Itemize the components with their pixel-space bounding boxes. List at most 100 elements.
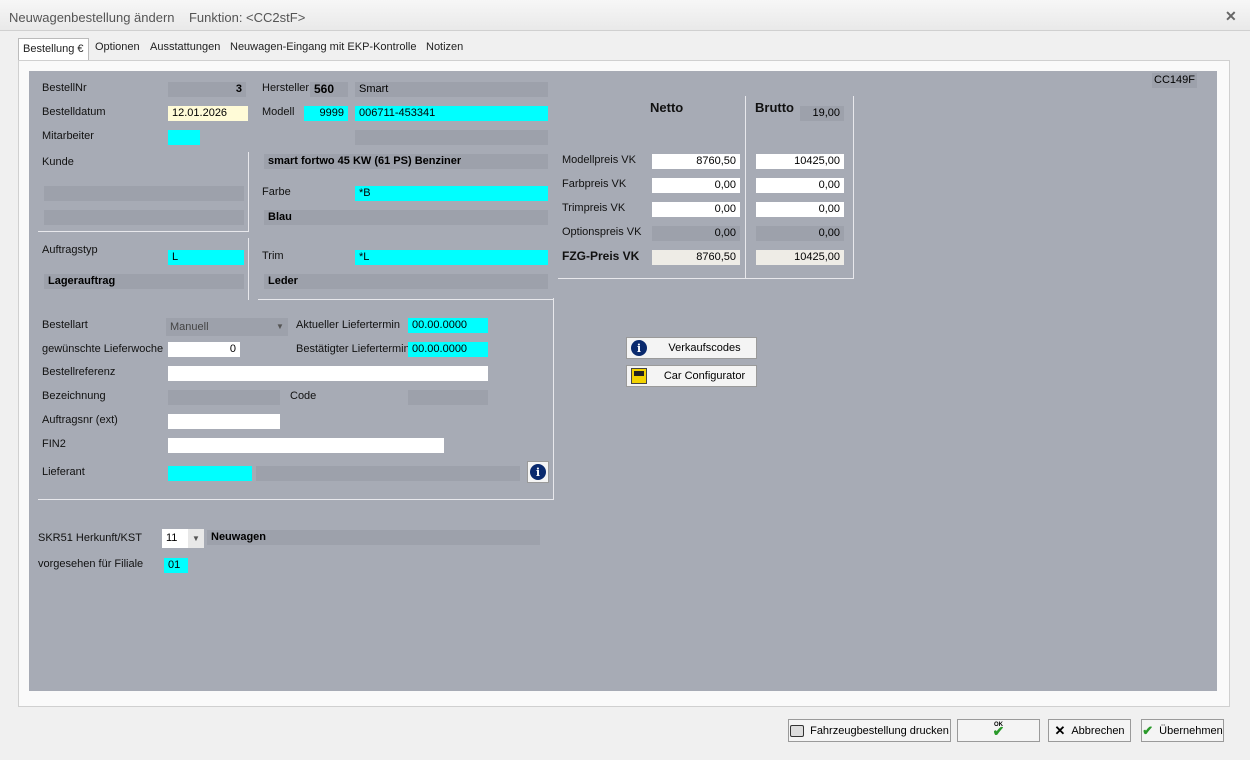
trimpreis-netto[interactable]: 0,00 bbox=[652, 202, 740, 217]
auftragstyp-text: Lagerauftrag bbox=[44, 274, 244, 289]
car-configurator-label: Car Configurator bbox=[663, 370, 746, 382]
modellpreis-brutto[interactable]: 10425,00 bbox=[756, 154, 844, 169]
fzg-preis-netto: 8760,50 bbox=[652, 250, 740, 265]
tab-optionen[interactable]: Optionen bbox=[95, 41, 140, 53]
best-liefertermin-label: Bestätigter Liefertermin bbox=[296, 343, 410, 355]
hersteller-name: Smart bbox=[355, 82, 548, 97]
fin2-input[interactable] bbox=[168, 438, 444, 453]
tab-notizen[interactable]: Notizen bbox=[426, 41, 463, 53]
code-field bbox=[408, 390, 488, 405]
kunde-line-2 bbox=[44, 210, 244, 225]
modellpreis-label: Modellpreis VK bbox=[562, 154, 636, 166]
bestellreferenz-label: Bestellreferenz bbox=[42, 366, 116, 378]
akt-liefertermin-input[interactable]: 00.00.0000 bbox=[408, 318, 488, 333]
lieferant-label: Lieferant bbox=[42, 466, 85, 478]
fzg-preis-label: FZG-Preis VK bbox=[562, 249, 640, 263]
separator bbox=[853, 96, 854, 279]
verkaufscodes-button[interactable]: i Verkaufscodes bbox=[626, 337, 757, 359]
bezeichnung-label: Bezeichnung bbox=[42, 390, 106, 402]
separator bbox=[258, 299, 554, 300]
trim-input[interactable]: *L bbox=[355, 250, 548, 265]
mitarbeiter-label: Mitarbeiter bbox=[42, 130, 94, 142]
herkunft-label: SKR51 Herkunft/KST bbox=[38, 532, 142, 544]
modell-nr-input[interactable]: 006711-453341 bbox=[355, 106, 548, 121]
car-configurator-icon bbox=[631, 368, 647, 384]
bestellart-label: Bestellart bbox=[42, 319, 88, 331]
bestellart-select: Manuell ▼ bbox=[166, 318, 288, 336]
separator bbox=[745, 96, 746, 279]
kunde-line-1 bbox=[44, 186, 244, 201]
optionspreis-brutto: 0,00 bbox=[756, 226, 844, 241]
separator bbox=[248, 238, 249, 300]
herkunft-text: Neuwagen bbox=[207, 530, 540, 545]
separator bbox=[248, 152, 249, 232]
verkaufscodes-label: Verkaufscodes bbox=[668, 342, 741, 354]
kunde-label: Kunde bbox=[42, 156, 74, 168]
farbpreis-label: Farbpreis VK bbox=[562, 178, 627, 190]
herkunft-select[interactable]: 11 ▼ bbox=[162, 529, 204, 548]
print-button[interactable]: Fahrzeugbestellung drucken bbox=[788, 719, 951, 742]
bestellnr-label: BestellNr bbox=[42, 82, 87, 94]
auftragsnr-label: Auftragsnr (ext) bbox=[42, 414, 118, 426]
separator bbox=[553, 298, 554, 500]
apply-button[interactable]: ✔ Übernehmen bbox=[1141, 719, 1224, 742]
modell-label: Modell bbox=[262, 106, 295, 118]
tab-neuwagen-eingang[interactable]: Neuwagen-Eingang mit EKP-Kontrolle bbox=[230, 41, 417, 53]
modell-code-input[interactable]: 9999 bbox=[304, 106, 348, 121]
lieferant-info-button[interactable]: i bbox=[527, 461, 549, 483]
ok-button[interactable]: ✔ OK bbox=[957, 719, 1040, 742]
form-code: CC149F bbox=[1152, 73, 1197, 88]
chevron-down-icon: ▼ bbox=[188, 529, 204, 548]
lieferwoche-input[interactable]: 0 bbox=[168, 342, 240, 357]
info-icon: i bbox=[631, 340, 647, 356]
tab-bar: Bestellung € Optionen Ausstattungen Neuw… bbox=[18, 38, 1228, 60]
bestellreferenz-input[interactable] bbox=[168, 366, 488, 381]
chevron-down-icon: ▼ bbox=[276, 322, 284, 331]
close-icon[interactable]: ✕ bbox=[1225, 8, 1237, 25]
printer-icon bbox=[790, 724, 805, 737]
trim-text: Leder bbox=[264, 274, 548, 289]
lieferant-name bbox=[256, 466, 520, 481]
car-configurator-button[interactable]: Car Configurator bbox=[626, 365, 757, 387]
tab-bestellung[interactable]: Bestellung € bbox=[18, 38, 89, 60]
farbpreis-brutto[interactable]: 0,00 bbox=[756, 178, 844, 193]
bestelldatum-input[interactable]: 12.01.2026 bbox=[168, 106, 248, 121]
optionspreis-label: Optionspreis VK bbox=[562, 226, 642, 238]
separator bbox=[38, 499, 554, 500]
cancel-button[interactable]: ✕ Abbrechen bbox=[1048, 719, 1131, 742]
window-title: Neuwagenbestellung ändern Funktion: <CC2… bbox=[9, 10, 306, 25]
lieferant-input[interactable] bbox=[168, 466, 252, 481]
mitarbeiter-input[interactable] bbox=[168, 130, 200, 145]
farbpreis-netto[interactable]: 0,00 bbox=[652, 178, 740, 193]
info-icon: i bbox=[530, 464, 546, 480]
akt-liefertermin-label: Aktueller Liefertermin bbox=[296, 319, 400, 331]
tab-ausstattungen[interactable]: Ausstattungen bbox=[150, 41, 220, 53]
best-liefertermin-input[interactable]: 00.00.0000 bbox=[408, 342, 488, 357]
ok-label: OK bbox=[994, 722, 1003, 728]
cancel-label: Abbrechen bbox=[1071, 724, 1125, 737]
fzg-preis-brutto: 10425,00 bbox=[756, 250, 844, 265]
trimpreis-brutto[interactable]: 0,00 bbox=[756, 202, 844, 217]
farbe-text: Blau bbox=[264, 210, 548, 225]
trim-label: Trim bbox=[262, 250, 284, 262]
apply-label: Übernehmen bbox=[1159, 724, 1223, 737]
modellpreis-netto[interactable]: 8760,50 bbox=[652, 154, 740, 169]
print-label: Fahrzeugbestellung drucken bbox=[810, 724, 949, 737]
lieferwoche-label: gewünschte Lieferwoche bbox=[42, 343, 164, 355]
separator bbox=[558, 278, 853, 279]
filiale-input[interactable]: 01 bbox=[164, 558, 188, 573]
filiale-label: vorgesehen für Filiale bbox=[38, 558, 144, 570]
apply-check-icon: ✔ bbox=[1142, 722, 1154, 738]
farbe-input[interactable]: *B bbox=[355, 186, 548, 201]
herkunft-value: 11 bbox=[166, 532, 178, 544]
hersteller-code: 560 bbox=[310, 82, 348, 97]
vat-field: 19,00 bbox=[800, 106, 844, 121]
bestellnr-field: 3 bbox=[168, 82, 246, 97]
auftragstyp-input[interactable]: L bbox=[168, 250, 244, 265]
farbe-label: Farbe bbox=[262, 186, 291, 198]
separator bbox=[38, 231, 248, 232]
auftragsnr-input[interactable] bbox=[168, 414, 280, 429]
trimpreis-label: Trimpreis VK bbox=[562, 202, 626, 214]
bestelldatum-label: Bestelldatum bbox=[42, 106, 106, 118]
netto-heading: Netto bbox=[650, 100, 684, 115]
